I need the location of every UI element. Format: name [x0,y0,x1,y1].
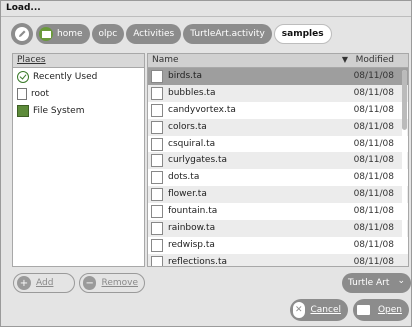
add-label: Add [36,278,54,288]
remove-button[interactable]: − Remove [79,273,145,293]
open-button[interactable]: Open [353,299,409,321]
crumb-label: TurtleArt.activity [190,29,265,39]
file-modified: 08/11/08 [353,104,394,115]
file-type-filter[interactable]: Turtle Art ⌄ [342,273,411,293]
crumb-label: home [57,29,83,39]
place-root[interactable]: root [13,85,144,102]
open-label: Open [377,305,402,315]
file-rows: birds.ta 08/11/08 bubbles.ta 08/11/08 candyv… [148,68,408,267]
file-row[interactable]: dots.ta 08/11/08 [148,169,408,186]
crumb-label: Activities [133,29,175,39]
document-icon [151,137,163,151]
place-file-system[interactable]: File System [13,102,144,119]
crumb-turtleart-activity[interactable]: TurtleArt.activity [183,24,272,44]
minus-icon: − [83,276,97,290]
crumb-olpc[interactable]: olpc [91,24,125,44]
file-modified: 08/11/08 [353,121,394,132]
file-row[interactable]: rainbow.ta 08/11/08 [148,220,408,237]
vertical-scrollbar[interactable] [402,70,407,240]
file-row[interactable]: redwisp.ta 08/11/08 [148,237,408,254]
file-name: birds.ta [168,71,203,81]
recent-icon [17,70,29,83]
document-icon [17,87,27,100]
document-icon [151,154,163,168]
places-panel: Places Recently Used root File System [12,53,145,267]
places-header[interactable]: Places [13,54,144,68]
document-icon [151,86,163,100]
file-modified: 08/11/08 [353,206,394,217]
scrollbar-thumb[interactable] [402,70,407,130]
folder-icon [356,302,372,318]
file-name: csquiral.ta [168,138,216,149]
file-chooser-dialog: Load... home olpc Activities TurtleArt.a… [0,0,412,327]
plus-icon: + [17,276,31,290]
remove-label: Remove [101,278,138,288]
place-recently-used[interactable]: Recently Used [13,68,144,85]
dialog-title: Load... [6,3,41,13]
close-icon: ✕ [293,302,305,318]
document-icon [151,222,163,236]
file-name: bubbles.ta [168,87,216,98]
file-name: dots.ta [168,172,200,183]
file-modified: 08/11/08 [353,155,394,166]
file-modified: 08/11/08 [353,256,394,267]
file-row[interactable]: bubbles.ta 08/11/08 [148,84,408,102]
column-name-header[interactable]: Name [152,55,179,65]
crumb-home[interactable]: home [36,24,90,44]
document-icon [151,171,163,185]
file-name: colors.ta [168,121,207,132]
add-button[interactable]: + Add [13,273,75,293]
file-name: redwisp.ta [168,239,215,250]
file-modified: 08/11/08 [353,239,394,250]
file-list: Name ▼ Modified birds.ta 08/11/08 bubbles.… [147,53,409,267]
file-row[interactable]: birds.ta 08/11/08 [148,68,408,85]
crumb-samples[interactable]: samples [273,24,332,44]
place-label: Recently Used [33,71,98,82]
place-label: root [31,88,50,99]
title-bar: Load... [1,1,411,17]
document-icon [151,120,163,134]
cancel-label: Cancel [310,305,342,315]
crumb-activities[interactable]: Activities [126,24,182,44]
document-icon [151,70,163,83]
file-row[interactable]: fountain.ta 08/11/08 [148,203,408,220]
place-label: File System [33,105,85,116]
crumb-label: olpc [98,29,118,39]
document-icon [151,103,163,117]
file-row[interactable]: candyvortex.ta 08/11/08 [148,102,408,119]
file-list-header: Name ▼ Modified [148,54,408,68]
file-name: reflections.ta [168,256,228,267]
path-bar: home olpc Activities TurtleArt.activity … [11,23,334,45]
document-icon [151,255,163,266]
file-modified: 08/11/08 [353,71,394,81]
cancel-button[interactable]: ✕ Cancel [290,299,348,321]
sort-down-icon: ▼ [341,55,348,64]
file-modified: 08/11/08 [353,172,394,183]
column-modified-header[interactable]: Modified [356,55,394,65]
document-icon [151,188,163,202]
file-row[interactable]: reflections.ta 08/11/08 [148,253,408,267]
document-icon [151,238,163,252]
file-name: fountain.ta [168,206,218,217]
file-row[interactable]: flower.ta 08/11/08 [148,186,408,204]
file-modified: 08/11/08 [353,138,394,149]
file-name: candyvortex.ta [168,104,236,115]
document-icon [151,205,163,219]
drive-icon [17,104,29,117]
file-row[interactable]: colors.ta 08/11/08 [148,118,408,136]
file-row[interactable]: curlygates.ta 08/11/08 [148,152,408,170]
chevron-down-icon: ⌄ [397,276,405,286]
folder-icon [39,27,53,41]
file-name: curlygates.ta [168,155,228,166]
file-modified: 08/11/08 [353,189,394,200]
file-row[interactable]: csquiral.ta 08/11/08 [148,136,408,153]
edit-path-button[interactable] [11,23,33,45]
crumb-label: samples [281,29,324,39]
filter-label: Turtle Art [348,278,390,288]
file-modified: 08/11/08 [353,223,394,234]
file-name: flower.ta [168,189,207,200]
file-modified: 08/11/08 [353,87,394,98]
file-name: rainbow.ta [168,223,216,234]
pencil-icon [15,27,29,41]
